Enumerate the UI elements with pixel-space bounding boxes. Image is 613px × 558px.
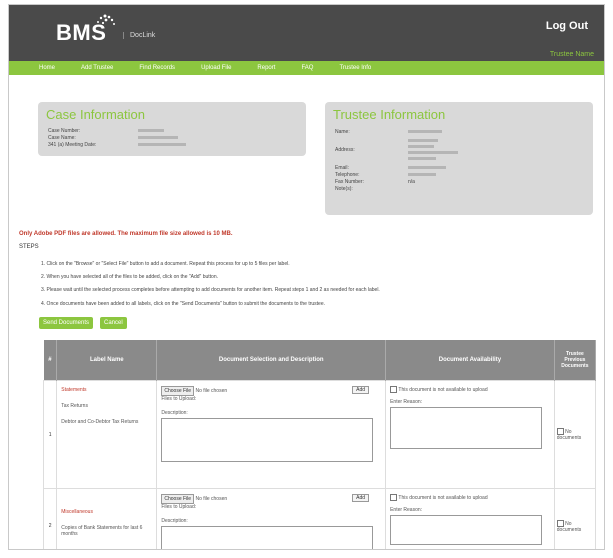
trustee-email-value	[408, 166, 446, 169]
nav-trustee-info[interactable]: Trustee Info	[339, 65, 371, 71]
header: BMS DocLink Log Out Trustee Name	[9, 5, 604, 61]
col-document-selection: Document Selection and Description	[156, 340, 387, 381]
nav-faq[interactable]: FAQ	[301, 65, 313, 71]
case-name-value	[138, 136, 178, 139]
step-3: 3. Please wait until the selected proces…	[41, 287, 380, 293]
step-4: 4. Once documents have been added to all…	[41, 301, 325, 307]
nav-report[interactable]: Report	[257, 65, 275, 71]
label-category: Statements	[61, 387, 87, 393]
nav-find-records[interactable]: Find Records	[139, 65, 175, 71]
step-1: 1. Click on the "Browse" or "Select File…	[41, 261, 290, 267]
description-textarea[interactable]	[161, 526, 374, 549]
trustee-name-value	[408, 130, 442, 133]
case-number-label: Case Number:	[48, 128, 81, 134]
trustee-address-line	[408, 151, 458, 154]
col-number: #	[43, 340, 58, 381]
previous-documents-cell: No documents	[553, 380, 597, 489]
no-file-chosen: No file chosen	[195, 496, 228, 502]
col-document-availability: Document Availability	[385, 340, 555, 381]
description-label: Description:	[161, 518, 188, 524]
no-file-chosen: No file chosen	[195, 388, 228, 394]
trustee-information-title: Trustee Information	[333, 107, 446, 122]
col-label-name: Label Name	[56, 340, 158, 381]
cancel-button[interactable]: Cancel	[100, 317, 127, 329]
case-number-value	[138, 129, 164, 132]
description-textarea[interactable]	[161, 418, 374, 462]
trustee-telephone-label: Telephone:	[335, 172, 360, 178]
case-information-title: Case Information	[46, 107, 145, 122]
case-information-card: Case Information Case Number: Case Name:…	[38, 102, 306, 156]
table-row: 1 Statements Tax Returns Debtor and Co-D…	[42, 380, 597, 489]
files-to-upload-label: Files to Upload:	[161, 504, 197, 510]
nav-home[interactable]: Home	[39, 65, 55, 71]
trustee-name-link[interactable]: Trustee Name	[550, 51, 594, 58]
trustee-information-card: Trustee Information Name: Address: Email…	[325, 102, 593, 215]
documents-table: # Label Name Document Selection and Desc…	[42, 340, 597, 549]
trustee-notes-label: Note(s):	[335, 186, 353, 192]
label-subtitle: Tax Returns	[61, 403, 88, 409]
trustee-address-line	[408, 157, 436, 160]
not-available-checkbox[interactable]	[390, 494, 398, 501]
not-available-label: This document is not available to upload	[398, 494, 488, 501]
steps-heading: STEPS	[19, 244, 39, 250]
meeting-date-label: 341 (a) Meeting Date:	[48, 142, 97, 148]
label-cell: Miscellaneous Copies of Bank Statements …	[56, 488, 158, 549]
previous-documents-checkbox[interactable]	[556, 428, 564, 435]
trustee-name-label: Name:	[335, 129, 350, 135]
not-available-label: This document is not available to upload	[398, 386, 488, 393]
trustee-address-label: Address:	[335, 147, 355, 153]
reason-textarea[interactable]	[390, 515, 543, 545]
add-button[interactable]: Add	[352, 494, 370, 502]
label-description: Copies of Bank Statements for last 6 mon…	[61, 525, 143, 537]
file-type-warning: Only Adobe PDF files are allowed. The ma…	[19, 231, 233, 237]
label-cell: Statements Tax Returns Debtor and Co-Deb…	[56, 380, 158, 489]
description-label: Description:	[161, 410, 188, 416]
row-number-text: 2	[48, 523, 52, 529]
trustee-telephone-value	[408, 173, 436, 176]
logo-subtitle: DocLink	[123, 32, 155, 39]
choose-file-button[interactable]: Choose File	[161, 386, 195, 396]
trustee-fax-value: n/a	[408, 179, 415, 185]
row-number: 1	[42, 380, 58, 489]
not-available-checkbox[interactable]	[390, 386, 398, 393]
trustee-fax-label: Fax Number:	[335, 179, 364, 185]
choose-file-button[interactable]: Choose File	[161, 494, 195, 504]
previous-documents-cell: No documents	[553, 488, 597, 549]
logout-link[interactable]: Log Out	[546, 20, 588, 32]
enter-reason-label: Enter Reason:	[390, 507, 423, 513]
availability-cell: This document is not available to upload…	[385, 380, 555, 489]
meeting-date-value	[138, 143, 186, 146]
trustee-address-line	[408, 139, 438, 142]
files-to-upload-label: Files to Upload:	[161, 396, 197, 402]
add-button[interactable]: Add	[352, 386, 370, 394]
previous-documents-checkbox[interactable]	[556, 519, 564, 527]
row-number-text: 1	[48, 431, 52, 438]
step-2: 2. When you have selected all of the fil…	[41, 274, 218, 280]
main-nav: Home Add Trustee Find Records Upload Fil…	[9, 61, 604, 75]
enter-reason-label: Enter Reason:	[390, 399, 423, 405]
document-selection-cell: Choose File No file chosen Add Files to …	[156, 380, 387, 489]
trustee-email-label: Email:	[335, 165, 349, 171]
availability-cell: This document is not available to upload…	[385, 488, 555, 549]
row-number: 2	[42, 488, 58, 549]
reason-textarea[interactable]	[390, 407, 543, 449]
case-name-label: Case Name:	[48, 135, 76, 141]
label-description: Debtor and Co-Debtor Tax Returns	[61, 419, 139, 425]
label-category: Miscellaneous	[61, 509, 93, 515]
logo: BMS	[56, 20, 107, 45]
trustee-address-line	[408, 145, 434, 148]
page: BMS DocLink Log Out Trustee Name Home Ad…	[8, 4, 605, 550]
send-documents-button[interactable]: Send Documents	[39, 317, 94, 329]
table-row: 2 Miscellaneous Copies of Bank Statement…	[42, 488, 597, 549]
info-cards: Case Information Case Number: Case Name:…	[9, 75, 604, 215]
col-previous-documents: Trustee Previous Documents	[554, 340, 597, 381]
document-selection-cell: Choose File No file chosen Add Files to …	[156, 488, 387, 549]
nav-upload-file[interactable]: Upload File	[201, 65, 231, 71]
nav-add-trustee[interactable]: Add Trustee	[81, 65, 113, 71]
